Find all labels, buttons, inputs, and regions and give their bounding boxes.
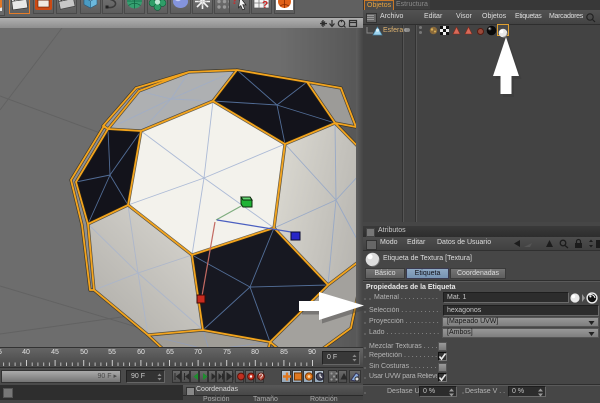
svg-text:?: ? xyxy=(262,0,268,11)
svg-text:?: ? xyxy=(231,0,238,7)
svg-text:?: ? xyxy=(259,373,264,382)
